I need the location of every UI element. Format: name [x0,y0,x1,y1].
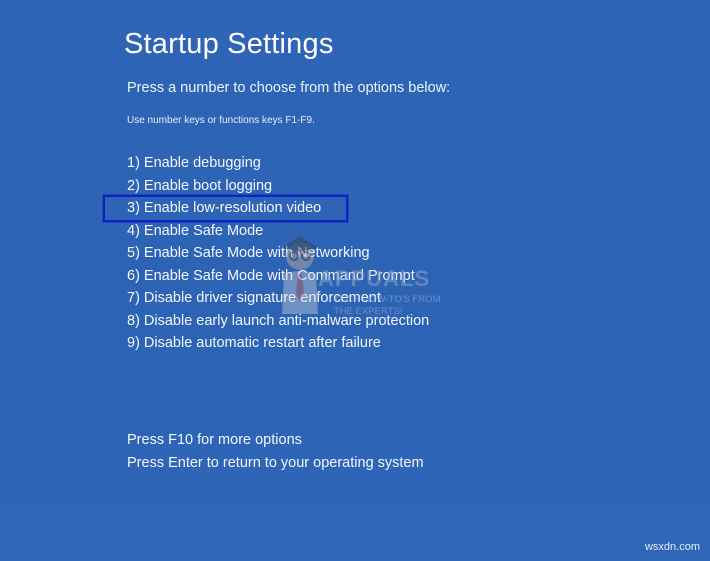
option-disable-early-launch-antimalware[interactable]: 8) Disable early launch anti-malware pro… [127,311,429,334]
option-safe-mode-networking[interactable]: 5) Enable Safe Mode with Networking [127,243,429,266]
page-title: Startup Settings [124,28,334,60]
option-enable-safe-mode[interactable]: 4) Enable Safe Mode [127,221,429,244]
site-watermark: wsxdn.com [644,541,700,553]
option-disable-driver-signature[interactable]: 7) Disable driver signature enforcement [127,288,429,311]
startup-settings-screen: Startup Settings Press a number to choos… [0,0,710,561]
return-to-os-prompt[interactable]: Press Enter to return to your operating … [127,453,424,476]
option-safe-mode-command-prompt[interactable]: 6) Enable Safe Mode with Command Prompt [127,266,429,289]
instruction-text: Press a number to choose from the option… [127,80,451,96]
option-enable-low-resolution-video[interactable]: 3) Enable low-resolution video [127,198,429,221]
option-disable-auto-restart[interactable]: 9) Disable automatic restart after failu… [127,333,429,356]
option-enable-debugging[interactable]: 1) Enable debugging [127,153,429,176]
more-options-prompt[interactable]: Press F10 for more options [127,430,424,453]
startup-options-list: 1) Enable debugging 2) Enable boot loggi… [127,153,429,356]
footer-options: Press F10 for more options Press Enter t… [127,430,424,475]
key-hint-text: Use number keys or functions keys F1-F9. [127,115,315,126]
option-enable-boot-logging[interactable]: 2) Enable boot logging [127,176,429,199]
